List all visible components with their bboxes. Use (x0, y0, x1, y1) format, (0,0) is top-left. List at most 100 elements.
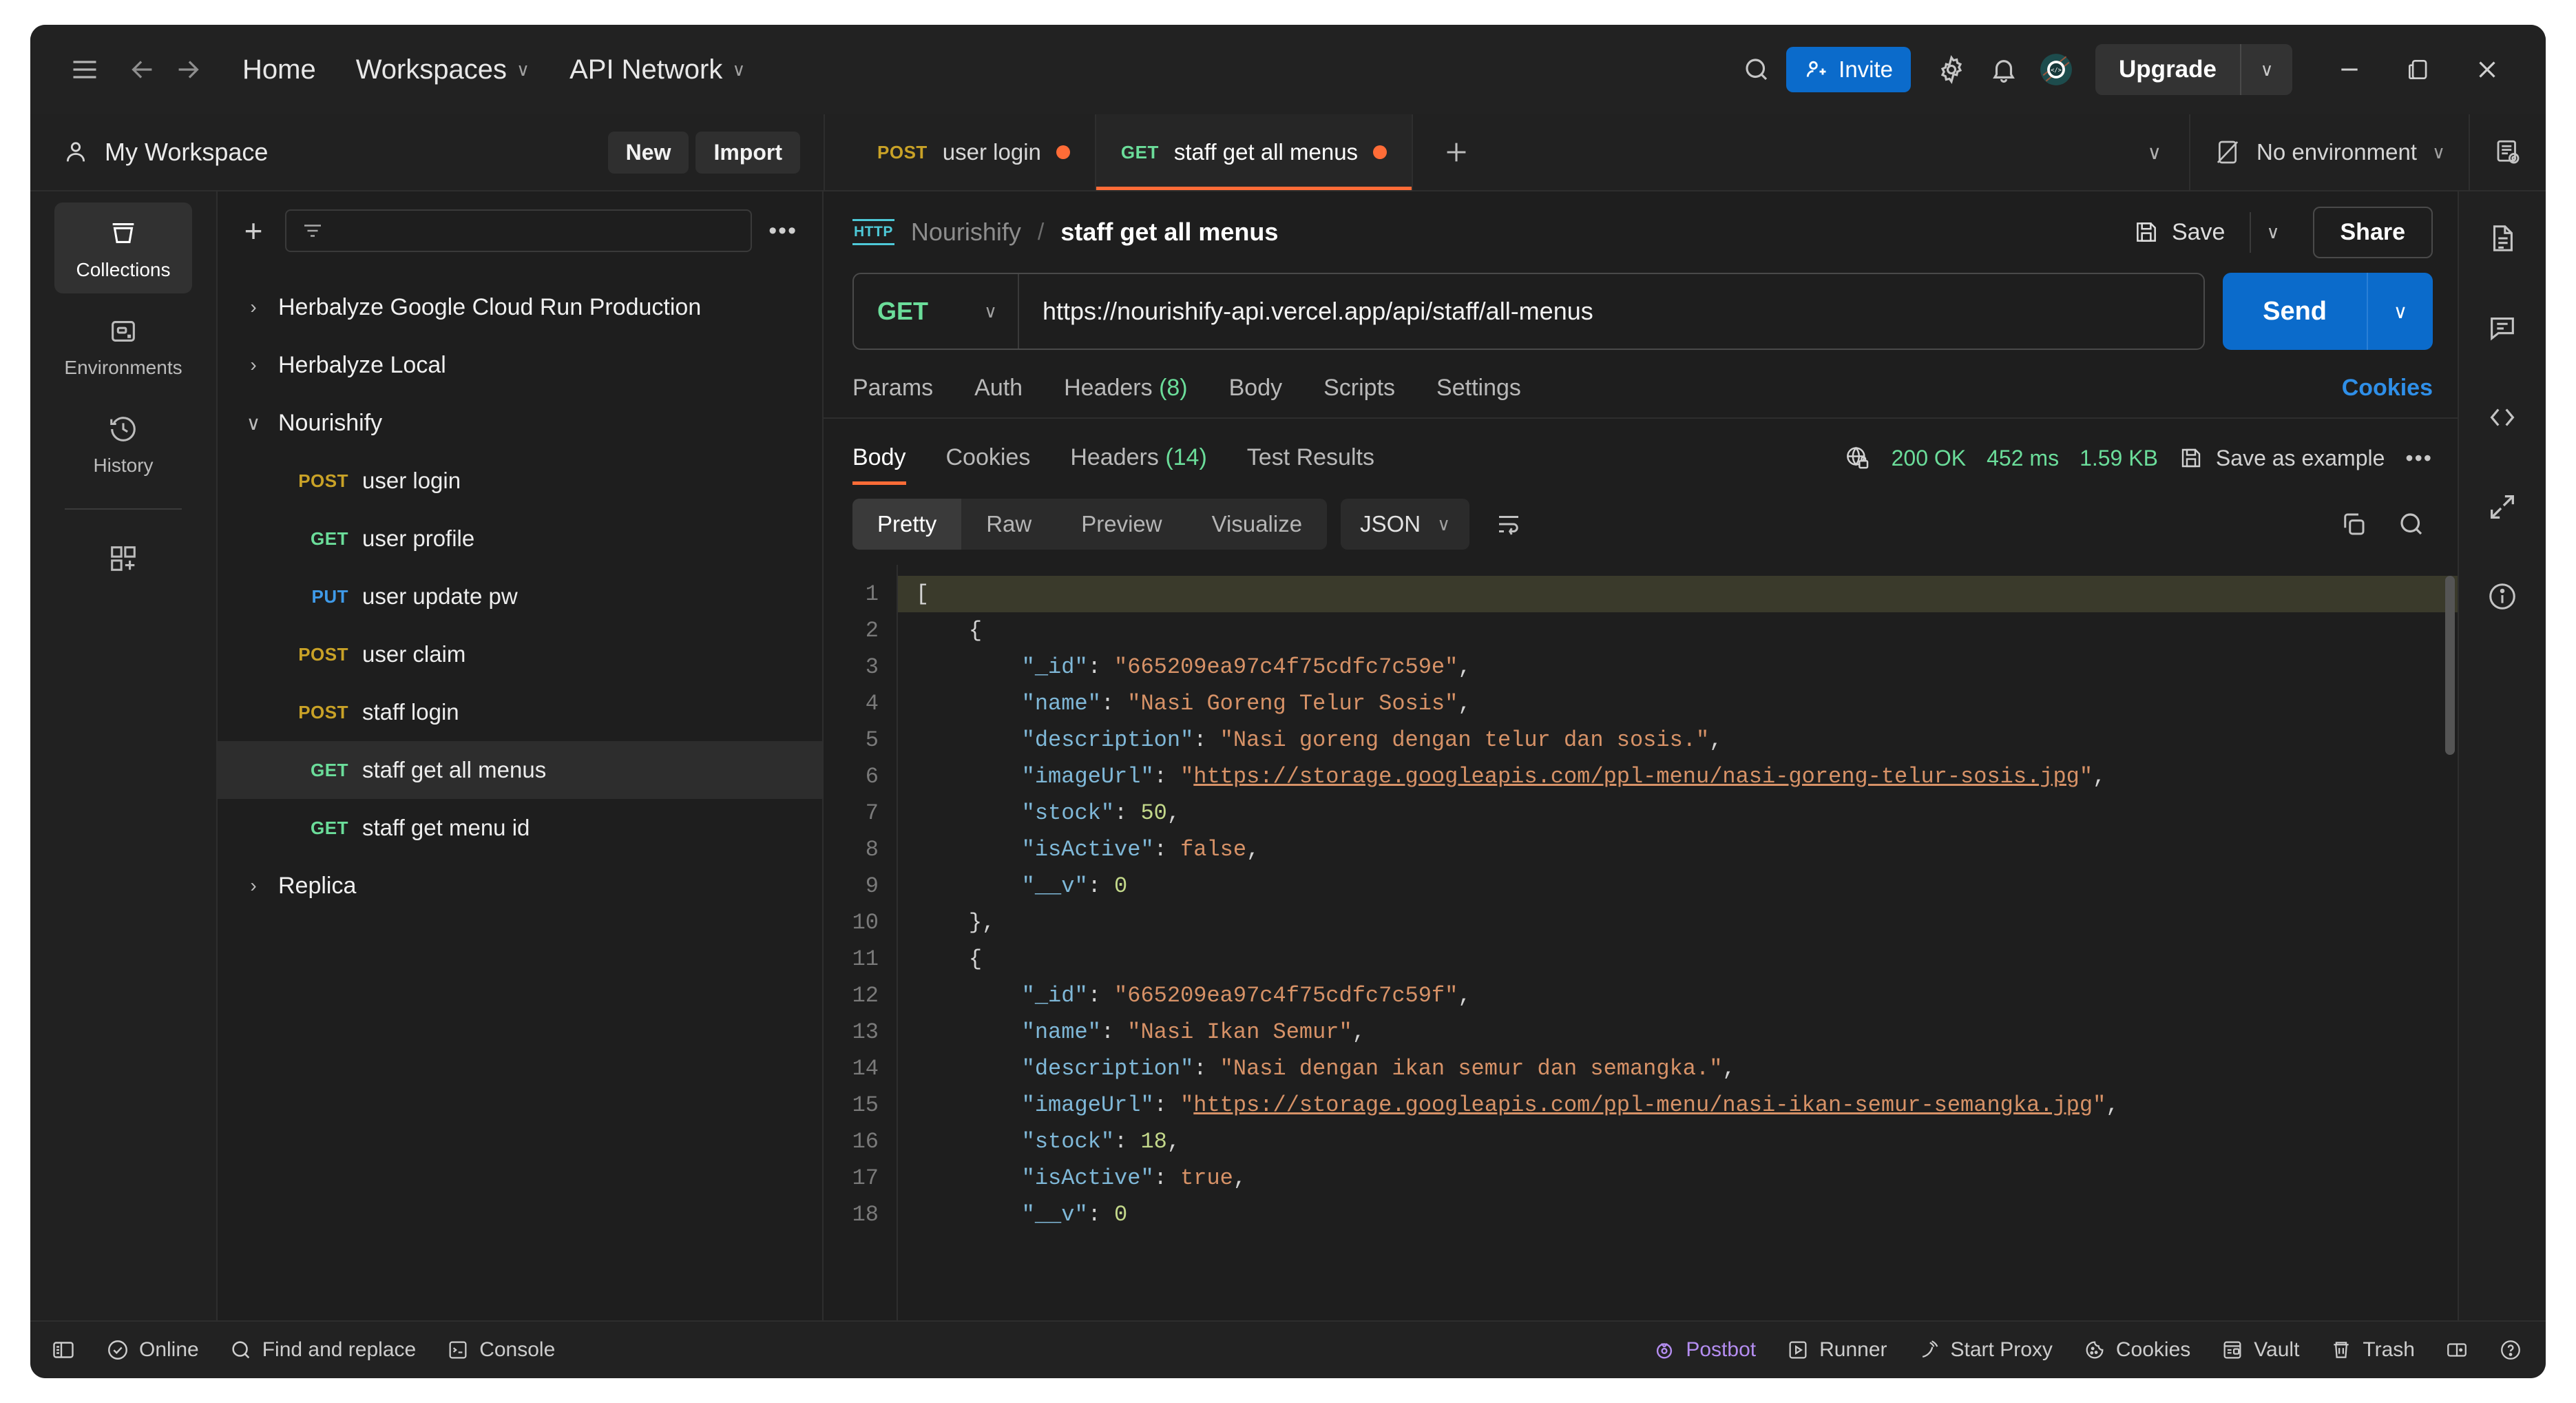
tab-scripts[interactable]: Scripts (1323, 375, 1395, 417)
import-button[interactable]: Import (695, 132, 800, 174)
hamburger-icon[interactable] (62, 47, 107, 92)
send-button[interactable]: Send (2223, 273, 2367, 350)
breadcrumb-collection[interactable]: Nourishify (911, 218, 1021, 247)
environment-selector[interactable]: No environment ∨ (2189, 114, 2469, 190)
upgrade-dropdown-button[interactable]: ∨ (2240, 44, 2292, 95)
view-visualize[interactable]: Visualize (1187, 499, 1327, 550)
send-dropdown-button[interactable]: ∨ (2367, 273, 2433, 350)
console-button[interactable]: Console (446, 1338, 555, 1362)
new-tab-button[interactable] (1413, 114, 1500, 190)
cookies-button[interactable]: Cookies (2083, 1338, 2190, 1362)
code-icon[interactable] (2473, 388, 2531, 446)
nav-workspaces[interactable]: Workspaces ∨ (341, 48, 545, 92)
sidebar-item-collections[interactable]: Collections (54, 202, 192, 293)
arrow-right-icon[interactable] (165, 47, 211, 92)
method-selector[interactable]: GET ∨ (854, 274, 1019, 349)
status-online[interactable]: Online (106, 1338, 199, 1362)
save-dropdown-button[interactable]: ∨ (2250, 212, 2294, 253)
tab-params[interactable]: Params (852, 375, 933, 417)
request-tab-staff-get-all-menus[interactable]: GET staff get all menus (1096, 114, 1413, 190)
environment-quicklook-icon[interactable] (2469, 114, 2546, 190)
view-preview[interactable]: Preview (1056, 499, 1186, 550)
tabs-overflow-button[interactable]: ∨ (2120, 114, 2190, 190)
vault-button[interactable]: Vault (2221, 1338, 2299, 1362)
tab-headers[interactable]: Headers (8) (1064, 375, 1188, 417)
sidebar-filter-input[interactable] (285, 209, 752, 252)
response-body-code[interactable]: [ { "_id": "665209ea97c4f75cdfc7c59e", "… (898, 565, 2458, 1320)
help-icon[interactable] (2499, 1338, 2522, 1362)
search-icon[interactable] (2397, 510, 2426, 539)
response-body-viewer[interactable]: 123456789101112131415161718 [ { "_id": "… (824, 565, 2458, 1320)
save-as-example-button[interactable]: Save as example (2179, 446, 2385, 471)
tree-request-user-profile[interactable]: GET user profile (218, 510, 822, 568)
chevron-right-icon: › (242, 296, 264, 318)
avatar-icon[interactable]: </> (2033, 47, 2079, 92)
tree-collection-nourishify[interactable]: ∨ Nourishify (218, 394, 822, 452)
trash-button[interactable]: Trash (2329, 1338, 2415, 1362)
gear-icon[interactable] (1929, 47, 1974, 92)
add-collection-button[interactable]: + (234, 212, 273, 249)
request-label: staff get all menus (362, 757, 546, 783)
sidebar-item-history[interactable]: History (54, 398, 192, 489)
invite-button[interactable]: Invite (1786, 47, 1911, 92)
share-button[interactable]: Share (2313, 207, 2433, 258)
view-pretty[interactable]: Pretty (852, 499, 961, 550)
start-proxy-button[interactable]: Start Proxy (1918, 1338, 2053, 1362)
new-button[interactable]: New (608, 132, 689, 174)
sidebar-toggle-icon[interactable] (51, 1338, 76, 1362)
cookies-link[interactable]: Cookies (2342, 375, 2433, 417)
tree-request-user-login[interactable]: POST user login (218, 452, 822, 510)
maximize-icon[interactable] (2387, 39, 2449, 101)
tab-body[interactable]: Body (1229, 375, 1283, 417)
tree-request-user-update-pw[interactable]: PUT user update pw (218, 568, 822, 625)
arrow-left-icon[interactable] (120, 47, 165, 92)
response-tab-cookies[interactable]: Cookies (946, 444, 1031, 485)
more-horizontal-icon[interactable]: ••• (764, 218, 802, 245)
response-tab-headers-count: (14) (1165, 444, 1206, 470)
new-module-button[interactable] (54, 528, 192, 587)
info-icon[interactable] (2473, 568, 2531, 625)
bell-icon[interactable] (1981, 47, 2027, 92)
tree-request-staff-get-menu-id[interactable]: GET staff get menu id (218, 799, 822, 857)
tab-settings[interactable]: Settings (1436, 375, 1521, 417)
tree-collection-herbalyze-local[interactable]: › Herbalyze Local (218, 336, 822, 394)
url-input[interactable]: https://nourishify-api.vercel.app/api/st… (1019, 274, 2203, 349)
runner-button[interactable]: Runner (1786, 1338, 1887, 1362)
find-and-replace-button[interactable]: Find and replace (229, 1338, 416, 1362)
copy-icon[interactable] (2339, 510, 2368, 539)
cookie-icon (2083, 1338, 2106, 1362)
code-line: "stock": 50, (898, 795, 2458, 831)
nav-api-network[interactable]: API Network ∨ (554, 48, 760, 92)
save-button[interactable]: Save (2118, 209, 2241, 256)
search-icon[interactable] (1734, 47, 1779, 92)
wrap-lines-icon[interactable] (1483, 510, 1534, 539)
view-raw[interactable]: Raw (961, 499, 1056, 550)
tree-collection-replica[interactable]: › Replica (218, 857, 822, 915)
format-label: JSON (1360, 511, 1421, 537)
tree-request-staff-login[interactable]: POST staff login (218, 683, 822, 741)
response-tab-headers[interactable]: Headers (14) (1070, 444, 1206, 485)
sidebar-header: + ••• (218, 191, 822, 267)
documentation-icon[interactable] (2473, 209, 2531, 267)
expand-icon[interactable] (2473, 478, 2531, 536)
response-scrollbar[interactable] (2445, 576, 2455, 755)
response-tab-test-results[interactable]: Test Results (1247, 444, 1374, 485)
comment-icon[interactable] (2473, 299, 2531, 357)
tree-collection-herbalyze-gcr[interactable]: › Herbalyze Google Cloud Run Production (218, 278, 822, 336)
sidebar-item-environments[interactable]: Environments (54, 300, 192, 391)
request-tab-user-login[interactable]: POST user login (852, 114, 1096, 190)
tab-auth[interactable]: Auth (974, 375, 1023, 417)
postbot-button[interactable]: Postbot (1653, 1338, 1756, 1362)
format-selector[interactable]: JSON ∨ (1341, 499, 1469, 550)
nav-home[interactable]: Home (227, 48, 331, 92)
layout-icon[interactable] (2445, 1338, 2469, 1362)
minimize-icon[interactable] (2318, 39, 2380, 101)
workspace-selector[interactable]: My Workspace New Import (30, 114, 825, 190)
upgrade-button[interactable]: Upgrade (2095, 44, 2240, 95)
tree-item-label: Herbalyze Google Cloud Run Production (278, 294, 701, 321)
more-horizontal-icon[interactable]: ••• (2405, 446, 2433, 471)
tree-request-user-claim[interactable]: POST user claim (218, 625, 822, 683)
tree-request-staff-get-all-menus[interactable]: GET staff get all menus (218, 741, 822, 799)
close-icon[interactable] (2456, 39, 2518, 101)
response-tab-body[interactable]: Body (852, 444, 906, 485)
